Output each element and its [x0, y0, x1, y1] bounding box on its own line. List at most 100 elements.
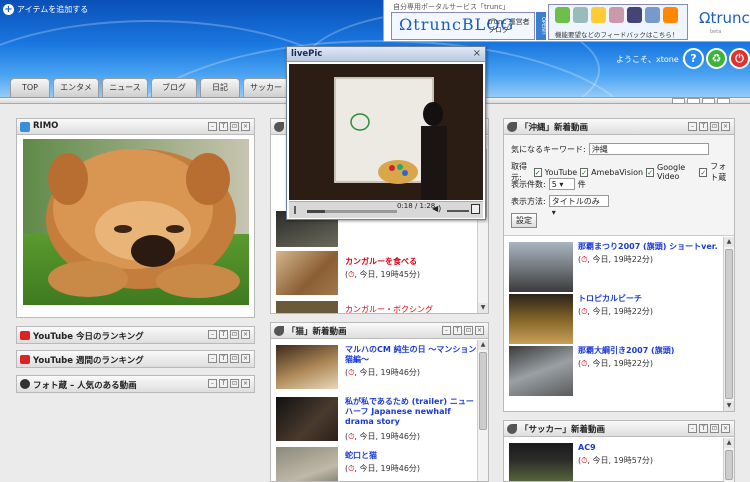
power-icon[interactable]: ⏻ — [729, 48, 750, 69]
video-title-link[interactable]: トロピカルビーチ — [578, 294, 642, 304]
blog-link[interactable]: ΩtruncBLOG trunc 運営者ブログ — [391, 12, 535, 40]
scroll-up-icon[interactable]: ▲ — [478, 340, 488, 350]
volume-icon[interactable]: ◀) — [432, 204, 441, 213]
minimize-button[interactable]: – — [208, 122, 217, 131]
close-button[interactable]: × — [241, 122, 250, 131]
maximize-button[interactable]: ⊡ — [230, 354, 239, 363]
scroll-thumb[interactable] — [725, 450, 733, 480]
video-title-link[interactable]: 私が私であるため (trailer) ニューハーフ Japanese newha… — [345, 397, 477, 427]
video-title-link[interactable]: マルハのCM 純生の日 ～マンション猫編～ — [345, 345, 477, 365]
tab-blog[interactable]: ブログ — [151, 78, 197, 97]
close-button[interactable]: × — [241, 330, 250, 339]
livepic-window[interactable]: livePic × ‖ 0:18 / 1:28 ◀) — [286, 46, 486, 220]
maximize-button[interactable]: ⊡ — [464, 326, 473, 335]
photozou-panel[interactable]: フォト蔵 – 人気のある動画 – T ⊡ × — [16, 375, 255, 393]
cat-titlebar[interactable]: 「猫」新着動画 – T ⊡ × — [271, 323, 488, 339]
top-button[interactable]: T — [699, 122, 708, 131]
add-item-button[interactable]: + アイテムを追加する — [3, 4, 88, 15]
pause-icon[interactable]: ‖ — [293, 205, 297, 214]
tab-news[interactable]: ニュース — [102, 78, 148, 97]
tab-entame[interactable]: エンタメ — [53, 78, 99, 97]
youtube-checkbox[interactable]: ✓ — [533, 167, 542, 177]
top-button[interactable]: T — [219, 379, 228, 388]
maximize-button[interactable]: ⊡ — [230, 122, 239, 131]
video-thumbnail[interactable] — [276, 251, 338, 295]
top-button[interactable]: T — [219, 122, 228, 131]
minimize-button[interactable]: – — [208, 379, 217, 388]
close-button[interactable]: × — [241, 379, 250, 388]
video-thumbnail[interactable] — [276, 447, 338, 481]
scrollbar[interactable]: ▲ — [723, 438, 734, 482]
maximize-button[interactable]: ⊡ — [710, 424, 719, 433]
popup-titlebar[interactable]: livePic × — [287, 47, 485, 62]
video-player[interactable] — [289, 64, 483, 200]
minimize-button[interactable]: – — [688, 122, 697, 131]
video-title-link[interactable]: 蛇口と猫 — [345, 451, 377, 461]
google-video-checkbox[interactable]: ✓ — [646, 167, 654, 177]
ameba-checkbox[interactable]: ✓ — [580, 167, 589, 177]
video-thumbnail[interactable] — [276, 397, 338, 441]
scroll-down-icon[interactable]: ▼ — [478, 303, 488, 313]
rimo-panel: RIMO – T ⊡ × — [16, 118, 255, 318]
maximize-button[interactable]: ⊡ — [710, 122, 719, 131]
video-thumbnail[interactable] — [509, 346, 573, 396]
brand-logo[interactable]: Ωtrunc — [699, 9, 750, 27]
page-minimize-button[interactable] — [672, 98, 685, 104]
close-button[interactable]: × — [721, 122, 730, 131]
close-button[interactable]: × — [721, 424, 730, 433]
video-thumbnail[interactable] — [276, 345, 338, 389]
video-title-link[interactable]: カンガルー・ボクシング — [345, 305, 433, 313]
count-select[interactable]: 5 ▾ — [548, 178, 575, 190]
tab-soccer[interactable]: サッカー — [243, 78, 289, 97]
video-title-link[interactable]: カンガルーを食べる — [345, 257, 417, 267]
close-icon[interactable]: × — [473, 48, 481, 59]
minimize-button[interactable]: – — [688, 424, 697, 433]
scrollbar[interactable]: ▲ — [477, 340, 488, 481]
recycle-icon[interactable]: ♻ — [706, 48, 727, 69]
video-title-link[interactable]: AC9 — [578, 443, 596, 453]
rimo-titlebar[interactable]: RIMO – T ⊡ × — [17, 119, 254, 135]
scroll-thumb[interactable] — [725, 249, 733, 399]
tab-top[interactable]: TOP — [10, 78, 50, 97]
seek-bar[interactable] — [307, 210, 397, 213]
volume-slider[interactable] — [447, 210, 469, 212]
page-up-button[interactable] — [687, 98, 700, 104]
soccer-titlebar[interactable]: 「サッカー」新着動画 – T ⊡ × — [504, 421, 734, 437]
scrollbar[interactable]: ▲ ▼ — [723, 237, 734, 411]
scroll-up-icon[interactable]: ▲ — [724, 237, 734, 247]
page-close-button[interactable] — [717, 98, 730, 104]
scroll-down-icon[interactable]: ▼ — [724, 401, 734, 411]
top-button[interactable]: T — [219, 330, 228, 339]
top-button[interactable]: T — [219, 354, 228, 363]
display-select[interactable]: タイトルのみ ▾ — [548, 195, 609, 217]
fullscreen-icon[interactable] — [471, 204, 480, 214]
close-button[interactable]: × — [241, 354, 250, 363]
tab-diary[interactable]: 日記 — [200, 78, 240, 97]
settings-button[interactable]: 設定 — [511, 213, 537, 228]
feedback-link[interactable]: 機能要望などのフィードバックはこちら！ — [548, 4, 688, 40]
video-thumbnail[interactable] — [509, 242, 573, 292]
top-button[interactable]: T — [453, 326, 462, 335]
video-thumbnail[interactable] — [509, 443, 573, 481]
page-down-button[interactable] — [702, 98, 715, 104]
minimize-button[interactable]: – — [442, 326, 451, 335]
youtube-today-panel[interactable]: YouTube 今日のランキング – T ⊡ × — [16, 326, 255, 344]
photozou-checkbox[interactable]: ✓ — [699, 167, 708, 177]
video-thumbnail[interactable] — [276, 301, 338, 313]
close-button[interactable]: × — [475, 326, 484, 335]
video-title-link[interactable]: 那覇まつり2007 (旗頭) ショートver. — [578, 242, 718, 252]
panel-controls: – T ⊡ × — [688, 424, 730, 433]
video-thumbnail[interactable] — [509, 294, 573, 344]
maximize-button[interactable]: ⊡ — [230, 379, 239, 388]
minimize-button[interactable]: – — [208, 354, 217, 363]
maximize-button[interactable]: ⊡ — [230, 330, 239, 339]
scroll-thumb[interactable] — [479, 352, 487, 430]
scroll-up-icon[interactable]: ▲ — [724, 438, 734, 448]
video-title-link[interactable]: 那覇大綱引き2007 (旗頭) — [578, 346, 718, 356]
minimize-button[interactable]: – — [208, 330, 217, 339]
top-button[interactable]: T — [699, 424, 708, 433]
youtube-weekly-panel[interactable]: YouTube 週間のランキング – T ⊡ × — [16, 350, 255, 368]
okinawa-titlebar[interactable]: 「沖縄」新着動画 – T ⊡ × — [504, 119, 734, 135]
help-icon[interactable]: ? — [683, 48, 704, 69]
keyword-input[interactable]: 沖縄 — [588, 143, 709, 155]
